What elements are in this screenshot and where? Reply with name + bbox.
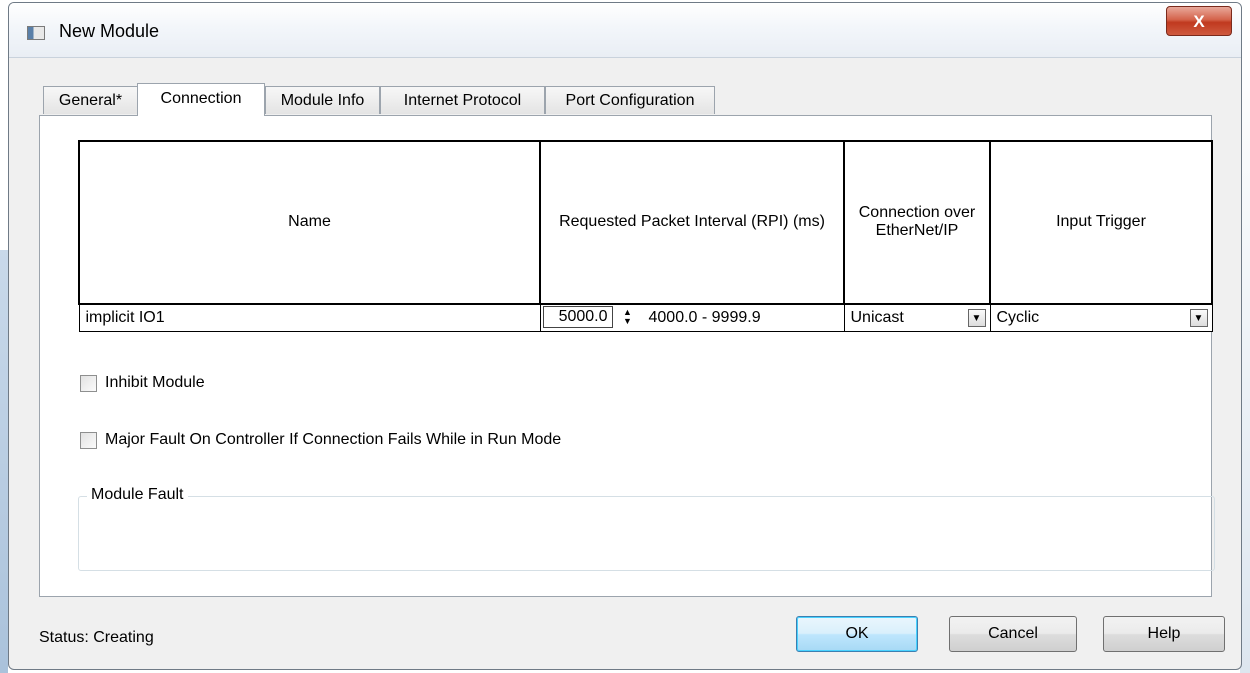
close-button[interactable]: X [1166, 6, 1232, 36]
rpi-range: 4000.0 - 9999.9 [648, 308, 761, 326]
cell-connection[interactable]: Unicast ▼ [843, 303, 991, 332]
major-fault-checkbox[interactable] [80, 432, 97, 449]
tab-general[interactable]: General* [43, 86, 138, 114]
connection-panel: Name Requested Packet Interval (RPI) (ms… [39, 115, 1215, 597]
dropdown-arrow-icon[interactable]: ▼ [967, 308, 986, 327]
header-connection: Connection over EtherNet/IP [843, 140, 991, 305]
connection-name: implicit IO1 [85, 308, 165, 326]
ok-button[interactable]: OK [796, 616, 918, 652]
window-icon [27, 26, 45, 40]
status-text: Status: Creating [39, 629, 154, 646]
dropdown-arrow-icon[interactable]: ▼ [1189, 308, 1208, 327]
connection-table: Name Requested Packet Interval (RPI) (ms… [78, 140, 1213, 332]
header-name: Name [78, 140, 541, 305]
table-row: implicit IO1 5000.0 ▲ ▼ 4000.0 - 9999.9 U… [78, 303, 1213, 332]
tab-internet-protocol[interactable]: Internet Protocol [380, 86, 545, 114]
cancel-button[interactable]: Cancel [949, 616, 1077, 652]
rpi-input[interactable]: 5000.0 [542, 305, 613, 328]
input-trigger-value: Cyclic [996, 308, 1040, 326]
inhibit-module-label: Inhibit Module [105, 374, 205, 391]
tab-module-info[interactable]: Module Info [265, 86, 380, 114]
module-fault-group [78, 496, 1215, 571]
inhibit-module-checkbox[interactable] [80, 375, 97, 392]
header-input-trigger: Input Trigger [989, 140, 1213, 305]
new-module-dialog: New Module X General* Connection Module … [8, 2, 1242, 670]
header-rpi: Requested Packet Interval (RPI) (ms) [539, 140, 845, 305]
background-strip-left [0, 250, 8, 673]
help-button[interactable]: Help [1103, 616, 1225, 652]
major-fault-label: Major Fault On Controller If Connection … [105, 431, 562, 448]
module-fault-legend: Module Fault [87, 486, 188, 504]
cell-input-trigger[interactable]: Cyclic ▼ [989, 303, 1213, 332]
spinner-arrows-icon[interactable]: ▲ ▼ [621, 307, 635, 326]
cell-name[interactable]: implicit IO1 [78, 303, 541, 332]
connection-type-value: Unicast [850, 308, 904, 326]
cell-rpi: 5000.0 ▲ ▼ 4000.0 - 9999.9 [539, 303, 845, 332]
tab-port-configuration[interactable]: Port Configuration [545, 86, 715, 114]
tab-connection[interactable]: Connection [137, 83, 265, 116]
window-title: New Module [59, 21, 160, 41]
title-bar[interactable]: New Module X [9, 3, 1241, 58]
